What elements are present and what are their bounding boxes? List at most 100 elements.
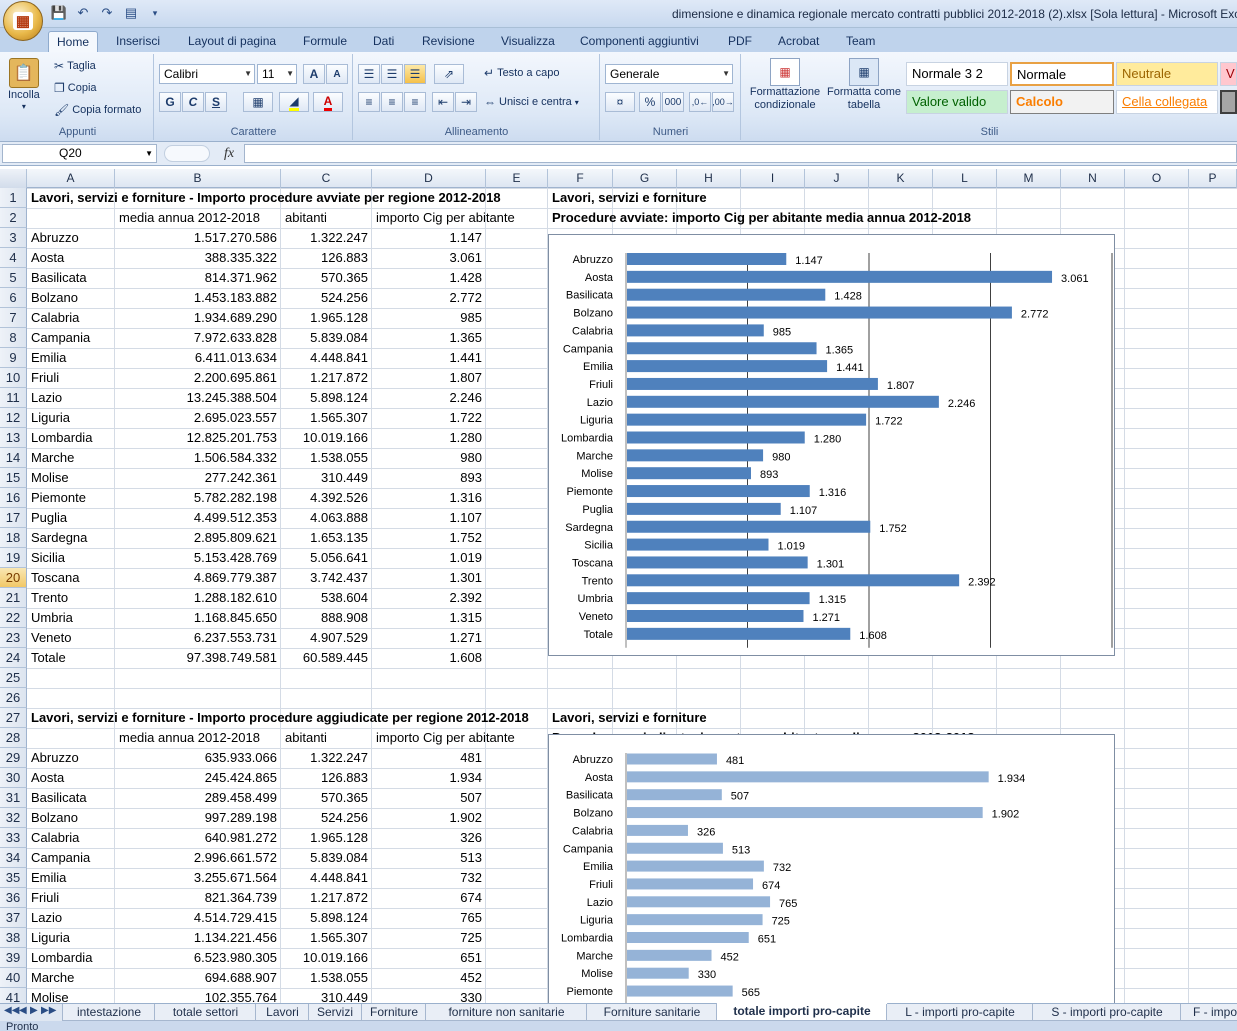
- population-cell[interactable]: 1.653.135: [281, 528, 372, 548]
- row-header-30[interactable]: 30: [0, 768, 27, 788]
- population-cell[interactable]: 570.365: [281, 788, 372, 808]
- font-color-button[interactable]: A: [313, 92, 343, 112]
- tab-insert[interactable]: Inserisci: [108, 31, 168, 52]
- prev-sheet-icon[interactable]: ◀: [19, 1005, 27, 1016]
- amount-cell[interactable]: 1.453.183.882: [115, 288, 281, 308]
- amount-cell[interactable]: 1.288.182.610: [115, 588, 281, 608]
- column-header-d[interactable]: D: [372, 169, 486, 188]
- row-header-6[interactable]: 6: [0, 288, 27, 308]
- population-cell[interactable]: 1.565.307: [281, 928, 372, 948]
- region-name-cell[interactable]: Aosta: [27, 768, 115, 788]
- align-center-button[interactable]: ≡: [381, 92, 403, 112]
- column-header-n[interactable]: N: [1061, 169, 1125, 188]
- column-header-b[interactable]: B: [115, 169, 281, 188]
- per-capita-cell[interactable]: 765: [372, 908, 486, 928]
- chart-bar[interactable]: [627, 985, 733, 997]
- last-sheet-icon[interactable]: ▶▶: [41, 1005, 56, 1016]
- chart-bar[interactable]: [627, 771, 989, 783]
- region-name-cell[interactable]: Campania: [27, 848, 115, 868]
- amount-cell[interactable]: 3.255.671.564: [115, 868, 281, 888]
- amount-cell[interactable]: 6.237.553.731: [115, 628, 281, 648]
- sheet-tab[interactable]: intestazione: [62, 1004, 156, 1021]
- row-header-36[interactable]: 36: [0, 888, 27, 908]
- population-cell[interactable]: 126.883: [281, 768, 372, 788]
- row-header-7[interactable]: 7: [0, 308, 27, 328]
- row-header-8[interactable]: 8: [0, 328, 27, 348]
- population-cell[interactable]: 538.604: [281, 588, 372, 608]
- chart-bar[interactable]: [627, 842, 723, 854]
- per-capita-cell[interactable]: 1.315: [372, 608, 486, 628]
- amount-cell[interactable]: 2.695.023.557: [115, 408, 281, 428]
- conditional-formatting-button[interactable]: ▦ Formattazione condizionale: [746, 58, 824, 112]
- formula-bar-resize-handle[interactable]: [164, 145, 210, 162]
- tab-addins[interactable]: Componenti aggiuntivi: [572, 31, 707, 52]
- align-bottom-button[interactable]: ☰: [404, 64, 426, 84]
- chart-bar[interactable]: [627, 592, 810, 605]
- population-cell[interactable]: 524.256: [281, 288, 372, 308]
- shrink-font-button[interactable]: A: [326, 64, 348, 84]
- region-name-cell[interactable]: Lazio: [27, 388, 115, 408]
- font-name-select[interactable]: Calibri ▼: [159, 64, 255, 84]
- chart-bar[interactable]: [627, 574, 960, 587]
- amount-cell[interactable]: 997.289.198: [115, 808, 281, 828]
- per-capita-cell[interactable]: 2.246: [372, 388, 486, 408]
- table-title[interactable]: Lavori, servizi e forniture - Importo pr…: [27, 188, 547, 208]
- decrease-indent-button[interactable]: ⇤: [432, 92, 454, 112]
- amount-cell[interactable]: 6.523.980.305: [115, 948, 281, 968]
- region-name-cell[interactable]: Marche: [27, 968, 115, 988]
- fill-color-button[interactable]: ◢: [279, 92, 309, 112]
- format-as-table-button[interactable]: ▦ Formatta come tabella: [826, 58, 902, 112]
- name-box[interactable]: Q20 ▼: [2, 144, 157, 163]
- sheet-tab[interactable]: F - impo: [1180, 1004, 1237, 1021]
- per-capita-cell[interactable]: 732: [372, 868, 486, 888]
- row-header-11[interactable]: 11: [0, 388, 27, 408]
- per-capita-cell[interactable]: 481: [372, 748, 486, 768]
- print-preview-icon[interactable]: ▤: [122, 5, 140, 21]
- first-sheet-icon[interactable]: ◀◀: [4, 1005, 19, 1016]
- row-header-15[interactable]: 15: [0, 468, 27, 488]
- column-header-h[interactable]: H: [677, 169, 741, 188]
- population-cell[interactable]: 5.056.641: [281, 548, 372, 568]
- population-cell[interactable]: 5.898.124: [281, 388, 372, 408]
- region-name-cell[interactable]: Basilicata: [27, 788, 115, 808]
- row-header-2[interactable]: 2: [0, 208, 27, 228]
- population-cell[interactable]: 3.742.437: [281, 568, 372, 588]
- amount-cell[interactable]: 1.506.584.332: [115, 448, 281, 468]
- amount-cell[interactable]: 640.981.272: [115, 828, 281, 848]
- total-per-capita-cell[interactable]: 1.608: [372, 648, 486, 668]
- population-cell[interactable]: 888.908: [281, 608, 372, 628]
- row-header-25[interactable]: 25: [0, 668, 27, 688]
- per-capita-cell[interactable]: 513: [372, 848, 486, 868]
- currency-button[interactable]: ¤: [605, 92, 635, 112]
- population-cell[interactable]: 1.538.055: [281, 968, 372, 988]
- population-cell[interactable]: 5.839.084: [281, 848, 372, 868]
- population-cell[interactable]: 5.898.124: [281, 908, 372, 928]
- row-header-10[interactable]: 10: [0, 368, 27, 388]
- amount-cell[interactable]: 2.895.809.621: [115, 528, 281, 548]
- row-header-20[interactable]: 20: [0, 568, 27, 588]
- chart-bar[interactable]: [627, 377, 878, 390]
- format-painter-button[interactable]: 🖌 Copia formato: [54, 103, 141, 117]
- chart-bar[interactable]: [627, 807, 983, 819]
- population-cell[interactable]: 4.448.841: [281, 348, 372, 368]
- chart-bar[interactable]: [627, 860, 764, 872]
- column-header-j[interactable]: J: [805, 169, 869, 188]
- chart-bar[interactable]: [627, 967, 689, 979]
- amount-cell[interactable]: 12.825.201.753: [115, 428, 281, 448]
- row-header-3[interactable]: 3: [0, 228, 27, 248]
- per-capita-cell[interactable]: 1.271: [372, 628, 486, 648]
- chart-bar[interactable]: [627, 556, 808, 569]
- population-cell[interactable]: 1.217.872: [281, 888, 372, 908]
- sheet-tab[interactable]: Forniture sanitarie: [586, 1004, 718, 1021]
- percent-button[interactable]: %: [639, 92, 661, 112]
- column-header-k[interactable]: K: [869, 169, 933, 188]
- per-capita-cell[interactable]: 1.428: [372, 268, 486, 288]
- chart1-title-line2[interactable]: Procedure avviate: importo Cig per abita…: [548, 208, 1068, 228]
- tab-acrobat[interactable]: Acrobat: [770, 31, 827, 52]
- row-header-14[interactable]: 14: [0, 448, 27, 468]
- region-name-cell[interactable]: Sicilia: [27, 548, 115, 568]
- region-name-cell[interactable]: Calabria: [27, 828, 115, 848]
- per-capita-cell[interactable]: 1.722: [372, 408, 486, 428]
- population-cell[interactable]: 1.565.307: [281, 408, 372, 428]
- region-name-cell[interactable]: Lombardia: [27, 428, 115, 448]
